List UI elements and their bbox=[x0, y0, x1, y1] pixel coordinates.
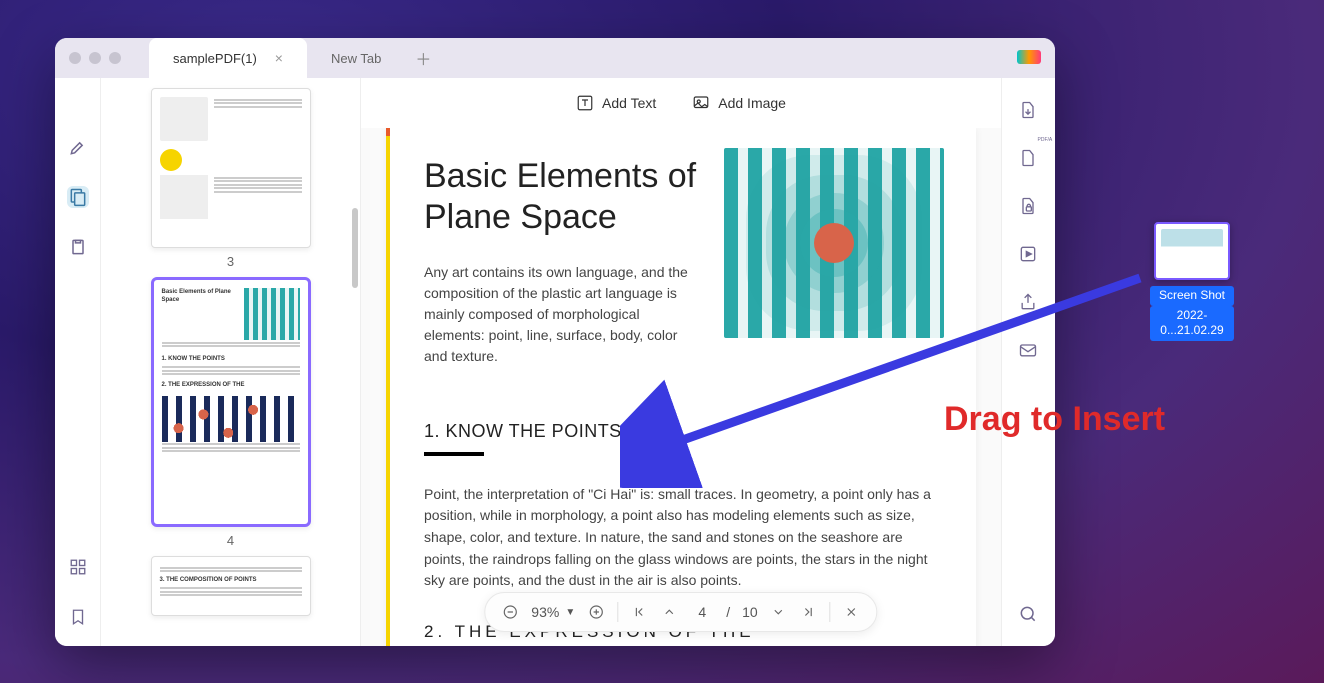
page-thumb-5[interactable]: 3. THE COMPOSITION OF POINTS bbox=[151, 556, 311, 616]
thumb-page-number: 4 bbox=[151, 533, 311, 548]
zoom-value: 93% bbox=[531, 604, 559, 620]
edit-toolbar: Add Text Add Image bbox=[361, 78, 1001, 128]
annotation-text: Drag to Insert bbox=[944, 400, 1165, 439]
pdfa-icon[interactable]: PDF/A bbox=[1018, 148, 1040, 170]
file-name-line1: Screen Shot bbox=[1150, 286, 1234, 306]
first-page-button[interactable] bbox=[630, 603, 648, 621]
add-image-label: Add Image bbox=[718, 95, 786, 111]
play-doc-icon[interactable] bbox=[1018, 244, 1040, 266]
maximize-window-icon[interactable] bbox=[109, 52, 121, 64]
thumbnail-panel[interactable]: 3 Basic Elements of Plane Space 1. KNOW … bbox=[101, 78, 361, 646]
bookmark-icon[interactable] bbox=[67, 606, 89, 628]
page-title: Basic Elements of Plane Space bbox=[424, 156, 724, 238]
main-canvas: Add Text Add Image Basic Elements of Pla… bbox=[361, 78, 1001, 646]
last-page-button[interactable] bbox=[800, 603, 818, 621]
image-icon bbox=[692, 94, 710, 112]
search-icon[interactable] bbox=[1018, 604, 1040, 626]
minimize-window-icon[interactable] bbox=[89, 52, 101, 64]
clipboard-icon[interactable] bbox=[67, 236, 89, 258]
next-page-button[interactable] bbox=[770, 603, 788, 621]
mail-icon[interactable] bbox=[1018, 340, 1040, 362]
close-bar-button[interactable] bbox=[843, 603, 861, 621]
add-text-label: Add Text bbox=[602, 95, 656, 111]
tab-label: samplePDF(1) bbox=[173, 51, 257, 66]
left-sidebar bbox=[55, 78, 101, 646]
close-tab-icon[interactable]: × bbox=[275, 50, 283, 66]
heading-rule bbox=[424, 452, 484, 456]
zoom-in-button[interactable] bbox=[587, 603, 605, 621]
tab-strip: samplePDF(1) × New Tab ＋ bbox=[149, 38, 441, 78]
app-logo-icon bbox=[1017, 50, 1041, 64]
zoom-dropdown[interactable]: 93% ▼ bbox=[531, 604, 575, 620]
thumbnails-icon[interactable] bbox=[67, 186, 89, 208]
close-window-icon[interactable] bbox=[69, 52, 81, 64]
prev-page-button[interactable] bbox=[660, 603, 678, 621]
tab-active[interactable]: samplePDF(1) × bbox=[149, 38, 307, 78]
file-name-line2: 2022-0...21.02.29 bbox=[1150, 306, 1234, 341]
export-doc-icon[interactable] bbox=[1018, 100, 1040, 122]
intro-paragraph: Any art contains its own language, and t… bbox=[424, 262, 704, 367]
chevron-down-icon: ▼ bbox=[565, 607, 575, 618]
zoom-out-button[interactable] bbox=[501, 603, 519, 621]
desktop-file[interactable]: Screen Shot 2022-0...21.02.29 bbox=[1150, 222, 1234, 341]
lock-doc-icon[interactable] bbox=[1018, 196, 1040, 218]
titlebar: samplePDF(1) × New Tab ＋ bbox=[55, 38, 1055, 78]
share-icon[interactable] bbox=[1018, 292, 1040, 314]
view-control-bar: 93% ▼ 4 / 10 bbox=[484, 592, 877, 632]
body-paragraph: Point, the interpretation of "Ci Hai" is… bbox=[424, 484, 942, 592]
window-body: 3 Basic Elements of Plane Space 1. KNOW … bbox=[55, 78, 1055, 646]
app-window: samplePDF(1) × New Tab ＋ bbox=[55, 38, 1055, 646]
grid-view-icon[interactable] bbox=[67, 556, 89, 578]
total-pages: 10 bbox=[742, 604, 758, 620]
page-separator: / bbox=[726, 604, 730, 620]
tab-label: New Tab bbox=[331, 51, 381, 66]
add-image-button[interactable]: Add Image bbox=[692, 94, 786, 112]
new-tab-button[interactable]: ＋ bbox=[405, 46, 441, 70]
window-controls[interactable] bbox=[69, 52, 121, 64]
hero-image bbox=[724, 148, 944, 338]
current-page-input[interactable]: 4 bbox=[690, 604, 714, 620]
highlighter-icon[interactable] bbox=[67, 136, 89, 158]
thumb-page-number: 3 bbox=[151, 254, 311, 269]
tab-inactive[interactable]: New Tab bbox=[307, 38, 405, 78]
page-thumb-3[interactable]: 3 bbox=[151, 88, 311, 269]
scrollbar-thumb[interactable] bbox=[352, 208, 358, 288]
page-content: Basic Elements of Plane Space Any art co… bbox=[386, 128, 976, 646]
text-icon bbox=[576, 94, 594, 112]
section-heading-1: 1. KNOW THE POINTS bbox=[424, 421, 942, 442]
right-sidebar: PDF/A bbox=[1001, 78, 1055, 646]
page-thumb-4-selected[interactable]: Basic Elements of Plane Space 1. KNOW TH… bbox=[151, 277, 311, 548]
file-thumbnail bbox=[1154, 222, 1230, 280]
document-viewport[interactable]: Basic Elements of Plane Space Any art co… bbox=[361, 128, 1001, 646]
add-text-button[interactable]: Add Text bbox=[576, 94, 656, 112]
